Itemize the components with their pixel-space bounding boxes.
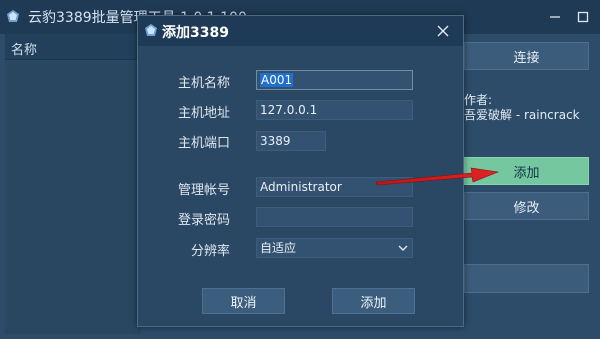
cancel-button[interactable]: 取消 [202, 288, 285, 314]
connect-button[interactable]: 连接 [464, 42, 589, 70]
column-header-name: 名称 [11, 43, 38, 58]
host-address-label: 主机地址 [177, 106, 230, 121]
maximize-icon [577, 11, 589, 23]
minimize-button[interactable] [540, 0, 570, 34]
password-label: 登录密码 [177, 213, 230, 228]
host-port-label: 主机端口 [177, 136, 230, 151]
author-name: 吾爱破解 - raincrack [464, 108, 580, 122]
resolution-select[interactable]: 自适应 [256, 238, 413, 258]
list-column-header[interactable]: 名称 [5, 34, 140, 60]
maximize-button[interactable] [568, 0, 598, 34]
app-logo-icon [7, 10, 19, 22]
bottom-action-button[interactable] [464, 264, 589, 293]
author-info: 作者: 吾爱破解 - raincrack [464, 93, 594, 123]
password-input[interactable] [256, 207, 413, 227]
confirm-add-button[interactable]: 添加 [332, 288, 415, 314]
dialog-titlebar: 添加3389 [138, 16, 463, 46]
host-name-label: 主机名称 [177, 76, 230, 91]
close-icon [437, 25, 449, 37]
add-host-button[interactable]: 添加 [464, 157, 589, 185]
minimize-icon [550, 16, 560, 18]
host-name-input[interactable]: A001 [256, 70, 413, 90]
app-logo-icon [145, 24, 157, 36]
host-list-panel[interactable]: 名称 [5, 34, 140, 334]
resolution-value: 自适应 [260, 241, 297, 255]
host-port-input[interactable]: 3389 [256, 131, 326, 151]
dialog-title: 添加3389 [162, 25, 229, 41]
modify-host-button[interactable]: 修改 [464, 192, 589, 220]
chevron-down-icon [398, 245, 408, 251]
host-address-input[interactable]: 127.0.0.1 [256, 100, 413, 120]
account-label: 管理帐号 [177, 183, 230, 198]
account-input[interactable]: Administrator [256, 177, 413, 197]
add-3389-dialog: 添加3389 主机名称 A001 主机地址 127.0.0.1 主机端口 338… [137, 15, 464, 327]
host-name-value: A001 [260, 73, 294, 87]
resolution-label: 分辨率 [190, 244, 230, 259]
dialog-close-button[interactable] [428, 18, 458, 44]
author-label: 作者: [464, 93, 493, 107]
